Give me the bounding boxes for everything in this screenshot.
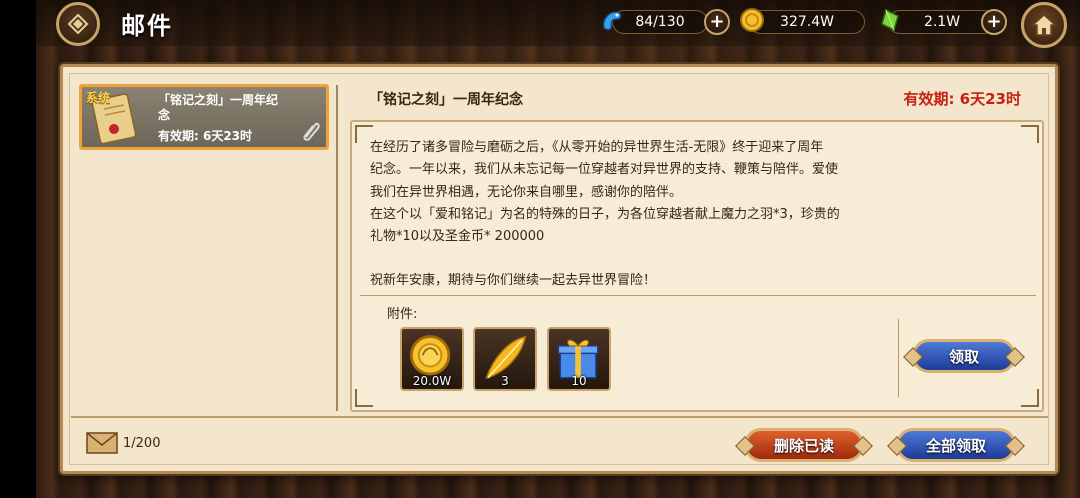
attachment-item-gold[interactable]: 20.0W (400, 327, 464, 391)
footer-divider (71, 416, 1049, 418)
diamond-back-icon (67, 13, 89, 35)
stamina-value: 84/130 (635, 14, 685, 30)
mail-body-line: 我们在异世界相遇，无论你来自哪里，感谢你的陪伴。 (370, 184, 683, 200)
gold-coin-icon (738, 6, 766, 34)
mail-detail-title: 「铭记之刻」一周年纪念 (369, 92, 523, 108)
home-button[interactable] (1021, 2, 1067, 48)
corner-ornament (355, 389, 373, 407)
claim-button-label: 领取 (948, 347, 979, 366)
vertical-divider (336, 85, 338, 411)
attachment-item-gift[interactable]: 10 (547, 327, 611, 391)
claim-divider (898, 319, 899, 397)
mail-item-title: 「铭记之刻」一周年纪念 (158, 93, 279, 122)
mail-body-line: 在这个以「爱和铭记」为名的特殊的日子，为各位穿越者献上魔力之羽*3，珍贵的 (370, 206, 840, 222)
attachment-count: 3 (501, 374, 509, 388)
mail-body-line: 祝新年安康，期待与你们继续一起去异世界冒险！ (370, 273, 657, 289)
gold-value: 327.4W (780, 14, 834, 30)
mail-body-line: 纪念。一年以来，我们从未忘记每一位穿越者对异世界的支持、鞭策与陪伴。爱使 (370, 162, 839, 178)
mail-list-item[interactable]: 系统 「铭记之刻」一周年纪念 有效期: 6天23时 (79, 84, 329, 150)
claim-all-button[interactable]: 全部领取 (896, 428, 1016, 462)
system-tag: 系统 (86, 91, 111, 105)
back-button[interactable] (56, 2, 100, 46)
attachment-count: 10 (571, 374, 587, 388)
claim-all-label: 全部领取 (925, 436, 986, 455)
delete-read-button[interactable]: 删除已读 (744, 428, 864, 462)
attachments-label: 附件: (387, 307, 418, 322)
corner-ornament (1021, 389, 1039, 407)
attachment-count: 20.0W (412, 374, 452, 388)
page-title: 邮件 (121, 12, 173, 40)
stamina-counter: 84/130 (612, 10, 708, 34)
corner-ornament (1021, 125, 1039, 143)
claim-button[interactable]: 领取 (912, 339, 1016, 373)
blue-dragon-icon (598, 6, 626, 34)
mail-body-line: 在经历了诸多冒险与磨砺之后，《从零开始的异世界生活-无限》终于迎来了周年 (370, 140, 824, 155)
mail-detail-expiry: 有效期: 6天23时 (903, 90, 1021, 108)
background-scene: 邮件 84/130 + 327.4W 2.1W + 系统 「铭记之刻」一周年纪念… (0, 0, 1080, 498)
paperclip-icon (303, 122, 320, 141)
home-icon (1031, 13, 1057, 36)
crystal-value: 2.1W (923, 14, 961, 30)
gold-counter: 327.4W (749, 10, 865, 34)
mail-body-line (370, 248, 870, 270)
left-black-strip (0, 0, 36, 498)
attachment-divider (360, 295, 1036, 296)
mail-content-box: 在经历了诸多冒险与磨砺之后，《从零开始的异世界生活-无限》终于迎来了周年 纪念。… (350, 120, 1044, 412)
envelope-icon (86, 432, 118, 454)
green-crystal-icon (876, 6, 904, 34)
mail-count: 1/200 (123, 436, 161, 451)
mail-body-line: 礼物*10以及圣金币* 200000 (370, 229, 545, 245)
crystal-counter: 2.1W (888, 10, 996, 34)
attachment-item-feather[interactable]: 3 (473, 327, 537, 391)
mail-item-expiry: 有效期: 6天23时 (158, 129, 253, 143)
add-stamina-button[interactable]: + (704, 9, 730, 35)
delete-read-label: 删除已读 (773, 436, 834, 455)
mail-body: 在经历了诸多冒险与磨砺之后，《从零开始的异世界生活-无限》终于迎来了周年 纪念。… (370, 137, 870, 293)
mail-panel: 系统 「铭记之刻」一周年纪念 有效期: 6天23时 「铭记之刻」一周年纪念 有效… (60, 64, 1058, 474)
add-crystal-button[interactable]: + (981, 9, 1007, 35)
